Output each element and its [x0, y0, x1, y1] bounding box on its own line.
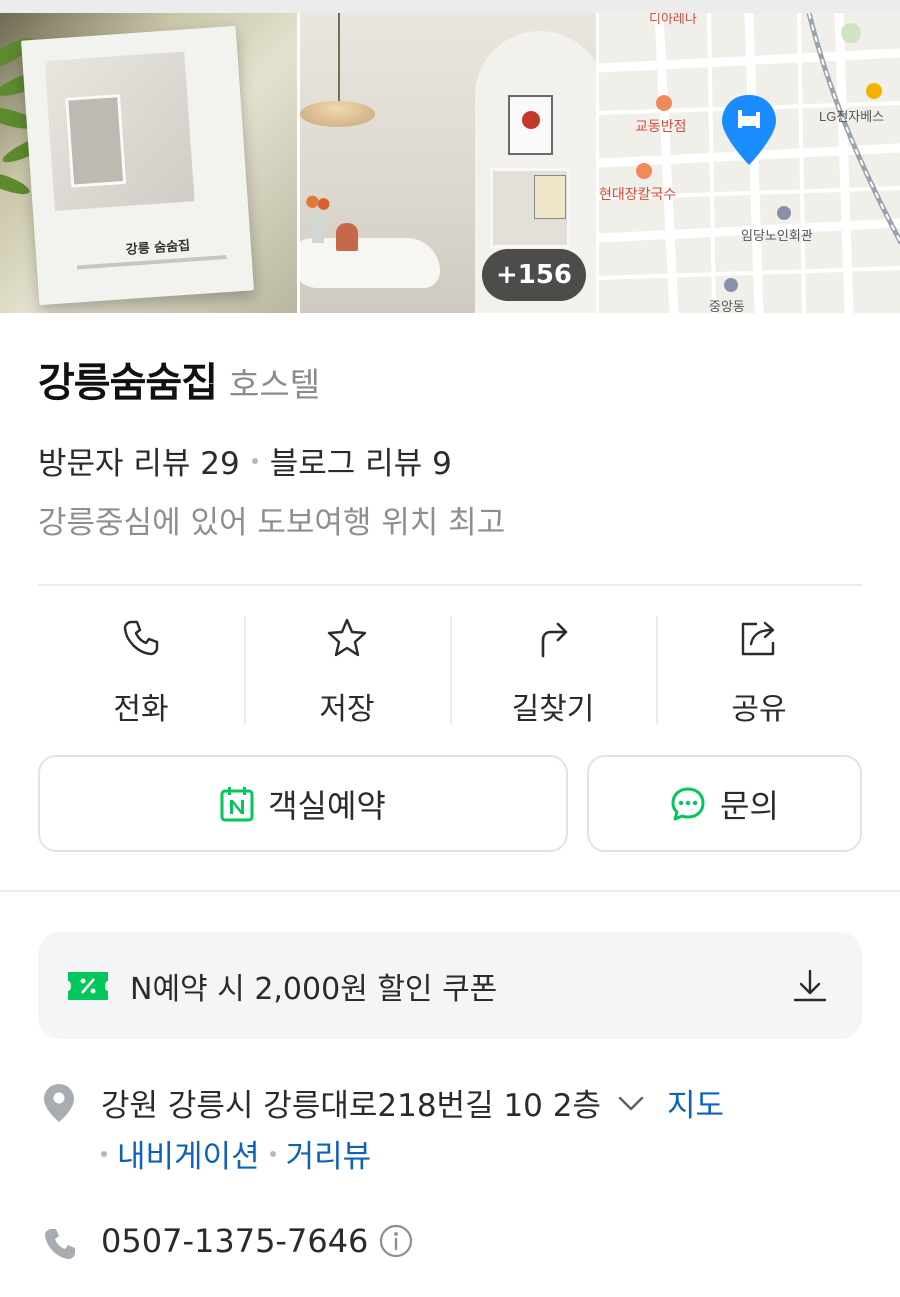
map-label-3: 현대장칼국수	[599, 186, 676, 202]
gallery-photo-book[interactable]: 강릉 숨숨집	[0, 13, 297, 313]
separator-dot	[101, 1150, 107, 1157]
gallery-photo-interior[interactable]: +156	[300, 13, 596, 313]
map-label-2: LG전자베스	[819, 109, 884, 124]
chat-bubble-icon	[671, 787, 705, 820]
inquiry-label: 문의	[720, 786, 779, 825]
address-row: 강원 강릉시 강릉대로218번길 10 2층 지도	[101, 1080, 724, 1125]
reserve-room-label: 객실예약	[268, 786, 386, 825]
star-icon	[327, 618, 367, 657]
map-label-1: 교동반점	[635, 118, 687, 134]
phone-number[interactable]: 0507-1375-7646	[101, 1222, 368, 1260]
map-thumbnail: 디아레나 교동반점 LG전자베스 현대장칼국수 임당노인회관 중앙동	[599, 13, 900, 313]
inquiry-button[interactable]: 문의	[587, 755, 862, 852]
top-status-strip	[0, 0, 900, 13]
divider	[38, 584, 862, 586]
pendant-lamp	[300, 101, 375, 127]
map-label-5: 중앙동	[709, 299, 745, 313]
place-title-row: 강릉숨숨집 호스텔	[38, 350, 320, 408]
save-label: 저장	[319, 692, 375, 727]
phone-icon	[123, 620, 159, 656]
share-label: 공유	[731, 692, 787, 727]
place-category: 호스텔	[229, 365, 321, 404]
directions-button[interactable]: 길찾기	[450, 612, 656, 728]
directions-icon	[541, 622, 568, 658]
book-cover: 강릉 숨숨집	[21, 25, 254, 306]
action-bar: 전화 저장 길찾기 공유	[38, 612, 862, 728]
separator-dot	[269, 1150, 276, 1157]
coupon-ticket-icon	[68, 971, 108, 1000]
map-label-0: 디아레나	[649, 13, 697, 26]
share-icon	[741, 621, 775, 656]
review-summary: 방문자 리뷰 29 블로그 리뷰 9	[38, 438, 452, 483]
section-divider	[0, 890, 900, 892]
location-pin-icon	[44, 1084, 74, 1122]
navigation-link[interactable]: 내비게이션	[117, 1131, 260, 1176]
place-description: 강릉중심에 있어 도보여행 위치 최고	[38, 505, 506, 541]
chevron-down-icon[interactable]	[615, 1087, 647, 1119]
reserve-room-button[interactable]: 객실예약	[38, 755, 568, 852]
photo-gallery: 강릉 숨숨집 +156 디아레나 교동반점 LG전자베스 현대장칼국수 임당노인…	[0, 13, 900, 313]
save-button[interactable]: 저장	[244, 612, 450, 728]
call-button[interactable]: 전화	[38, 612, 244, 728]
phone-row: 0507-1375-7646	[101, 1222, 414, 1260]
phone-icon	[45, 1229, 75, 1259]
street-view-link[interactable]: 거리뷰	[286, 1131, 372, 1176]
call-label: 전화	[113, 692, 169, 727]
share-button[interactable]: 공유	[656, 612, 862, 728]
info-icon[interactable]	[378, 1223, 414, 1259]
coupon-text: N예약 시 2,000원 할인 쿠폰	[130, 971, 498, 1007]
download-icon[interactable]	[790, 966, 830, 1006]
book-title: 강릉 숨숨집	[125, 238, 191, 258]
map-link[interactable]: 지도	[667, 1080, 724, 1125]
place-name: 강릉숨숨집	[38, 360, 218, 406]
visitor-reviews-link[interactable]: 방문자 리뷰 29	[38, 438, 240, 483]
blog-reviews-link[interactable]: 블로그 리뷰 9	[270, 438, 452, 483]
gallery-map-thumbnail[interactable]: 디아레나 교동반점 LG전자베스 현대장칼국수 임당노인회관 중앙동	[599, 13, 900, 313]
naver-booking-icon	[220, 786, 254, 821]
photo-count-badge[interactable]: +156	[481, 249, 586, 301]
address-text: 강원 강릉시 강릉대로218번길 10 2층	[101, 1088, 601, 1124]
wall-frame	[508, 95, 553, 155]
map-label-4: 임당노인회관	[741, 228, 813, 243]
address-links-row: 내비게이션 거리뷰	[101, 1131, 371, 1176]
directions-label: 길찾기	[511, 692, 595, 727]
separator-dot	[251, 457, 258, 464]
coupon-banner[interactable]: N예약 시 2,000원 할인 쿠폰	[38, 932, 862, 1039]
